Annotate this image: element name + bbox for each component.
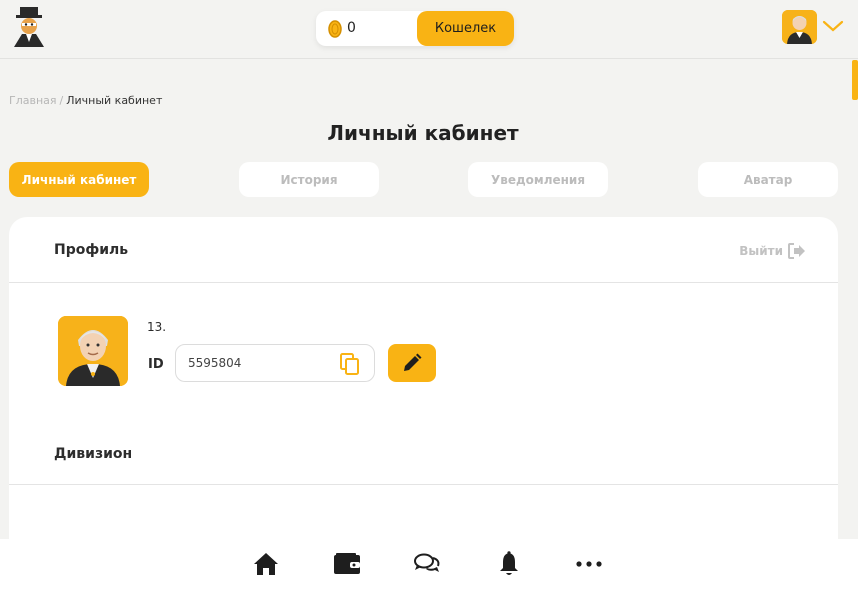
logo-icon[interactable] xyxy=(8,6,50,48)
edit-profile-button[interactable] xyxy=(388,344,436,382)
copy-icon[interactable] xyxy=(339,352,361,376)
more-icon[interactable] xyxy=(575,550,603,578)
logout-button[interactable]: Выйти xyxy=(739,243,806,259)
divider xyxy=(9,484,838,485)
logout-label: Выйти xyxy=(739,244,783,258)
page-title: Личный кабинет xyxy=(327,121,519,145)
id-label: ID xyxy=(148,357,164,372)
tab-profile[interactable]: Личный кабинет xyxy=(9,162,149,197)
wallet-button[interactable]: Кошелек xyxy=(417,11,514,46)
pencil-icon xyxy=(404,353,422,371)
wallet-icon[interactable] xyxy=(333,550,361,578)
profile-card: Профиль Выйти 13. ID 5595804 Дивизион xyxy=(9,217,838,557)
tab-avatar[interactable]: Аватар xyxy=(698,162,838,197)
logout-icon xyxy=(788,243,805,259)
id-field[interactable]: 5595804 xyxy=(175,344,375,382)
breadcrumb: Главная / Личный кабинет xyxy=(9,94,162,107)
profile-avatar xyxy=(58,316,128,386)
tab-notifications[interactable]: Уведомления xyxy=(468,162,608,197)
bell-icon[interactable] xyxy=(495,550,523,578)
top-bar: 0 Кошелек xyxy=(0,0,858,59)
user-avatar[interactable] xyxy=(782,10,817,44)
username: 13. xyxy=(147,320,167,334)
bottom-nav xyxy=(0,539,858,590)
tab-history[interactable]: История xyxy=(239,162,379,197)
division-section-title: Дивизион xyxy=(54,446,133,462)
profile-section-title: Профиль xyxy=(54,242,129,258)
breadcrumb-current: Личный кабинет xyxy=(66,94,163,107)
scrollbar-thumb[interactable] xyxy=(852,60,858,100)
coin-balance: 0 xyxy=(347,20,356,36)
chevron-down-icon[interactable] xyxy=(822,18,844,34)
chat-icon[interactable] xyxy=(413,550,441,578)
id-value: 5595804 xyxy=(188,356,242,370)
breadcrumb-separator: / xyxy=(59,94,64,107)
scrollbar-track[interactable] xyxy=(852,59,858,539)
wallet-widget: 0 Кошелек xyxy=(316,11,514,46)
home-icon[interactable] xyxy=(252,550,280,578)
breadcrumb-home[interactable]: Главная xyxy=(9,94,57,107)
coin-icon xyxy=(327,19,343,39)
divider xyxy=(9,282,838,283)
